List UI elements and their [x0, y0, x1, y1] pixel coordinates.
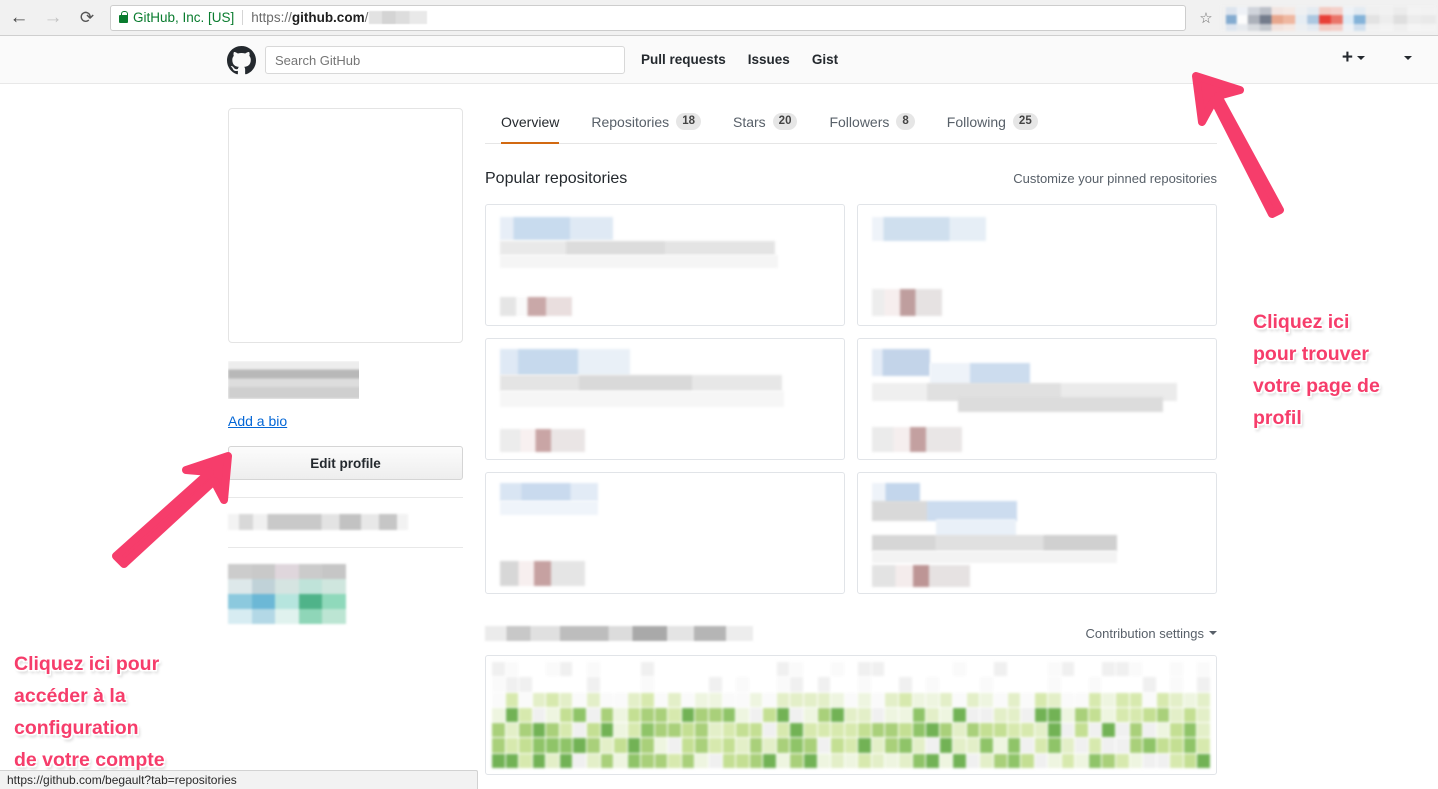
sidebar-divider-1 — [228, 497, 463, 498]
omnibox-divider — [242, 10, 244, 25]
nav-pull-requests[interactable]: Pull requests — [641, 52, 726, 67]
url-separator: / — [364, 10, 369, 25]
repo-card[interactable] — [485, 472, 845, 594]
address-bar-url: https://github.com/ — [251, 10, 428, 25]
contributions-title-redacted — [485, 625, 753, 641]
sidebar-divider-2 — [228, 547, 463, 548]
tab-repositories-count: 18 — [676, 113, 701, 130]
plus-icon: + — [1341, 47, 1353, 68]
chevron-down-icon — [1404, 56, 1412, 60]
chevron-down-icon — [1209, 631, 1217, 635]
section-title: Popular repositories — [485, 170, 628, 187]
repo-card[interactable] — [857, 204, 1217, 326]
pinned-repositories-grid — [485, 204, 1217, 594]
tab-overview[interactable]: Overview — [485, 114, 575, 144]
extension-icons-pixelated — [1220, 4, 1436, 31]
tab-followers-label: Followers — [829, 113, 890, 130]
tab-stars[interactable]: Stars 20 — [717, 113, 813, 143]
repo-card[interactable] — [485, 338, 845, 460]
tab-following[interactable]: Following 25 — [931, 113, 1054, 143]
account-menu[interactable] — [1379, 48, 1412, 68]
extension-icons-redacted[interactable] — [1220, 0, 1438, 36]
github-mark-icon[interactable] — [227, 46, 256, 80]
repo-card[interactable] — [857, 338, 1217, 460]
search-input[interactable] — [265, 46, 625, 74]
url-scheme: https:// — [251, 10, 292, 25]
header-nav: Pull requests Issues Gist — [641, 52, 838, 67]
annotation-account-settings: Cliquez ici pour accéder à la configurat… — [14, 653, 165, 771]
organizations-redacted[interactable] — [228, 564, 346, 624]
contribution-graph-cells — [492, 662, 1210, 768]
profile-name-redacted — [228, 361, 436, 399]
browser-toolbar: ← → ⟳ GitHub, Inc. [US] https://github.c… — [0, 0, 1438, 36]
profile-meta-redacted — [228, 514, 408, 530]
repo-card[interactable] — [485, 204, 845, 326]
arrow-to-edit-profile-icon — [112, 452, 232, 568]
contributions-header: Contribution settings — [485, 620, 1217, 646]
avatar — [1379, 48, 1399, 68]
star-icon[interactable]: ☆ — [1192, 9, 1220, 27]
header-right-actions: + — [1342, 48, 1412, 68]
tab-stars-label: Stars — [732, 113, 766, 130]
profile-avatar[interactable] — [228, 108, 463, 343]
arrow-to-account-menu-icon — [1192, 72, 1284, 218]
browser-window: ← → ⟳ GitHub, Inc. [US] https://github.c… — [0, 0, 1438, 789]
tab-overview-label: Overview — [501, 114, 560, 130]
address-bar[interactable]: GitHub, Inc. [US] https://github.com/ — [110, 4, 1186, 31]
reload-icon[interactable]: ⟳ — [70, 1, 104, 35]
contribution-settings-menu[interactable]: Contribution settings — [1085, 626, 1217, 641]
add-bio-link[interactable]: Add a bio — [228, 413, 463, 429]
profile-tabs: Overview Repositories 18 Stars 20 Follow… — [485, 84, 1217, 144]
status-bar-url: https://github.com/begault?tab=repositor… — [0, 770, 478, 789]
repo-card[interactable] — [857, 472, 1217, 594]
create-new-menu[interactable]: + — [1341, 47, 1365, 68]
chevron-down-icon — [1357, 56, 1365, 60]
tab-following-label: Following — [946, 113, 1006, 130]
forward-icon[interactable]: → — [36, 1, 70, 35]
nav-issues[interactable]: Issues — [748, 52, 790, 67]
contribution-settings-label: Contribution settings — [1085, 625, 1204, 641]
lock-icon — [119, 10, 128, 23]
site-identity-label: GitHub, Inc. [US] — [133, 10, 235, 25]
edit-profile-button[interactable]: Edit profile — [228, 446, 463, 480]
popular-repositories-header: Popular repositories Customize your pinn… — [485, 170, 1217, 188]
url-path-redacted — [369, 11, 428, 24]
profile-sidebar: Add a bio Edit profile — [228, 108, 463, 624]
tab-followers-count: 8 — [896, 113, 915, 130]
tab-repositories-label: Repositories — [591, 113, 670, 130]
tab-following-count: 25 — [1012, 113, 1038, 130]
tab-followers[interactable]: Followers 8 — [813, 113, 930, 143]
contribution-graph[interactable] — [485, 655, 1217, 775]
nav-gist[interactable]: Gist — [812, 52, 838, 67]
url-host: github.com — [291, 10, 365, 25]
tab-stars-count: 20 — [772, 113, 798, 130]
profile-main: Overview Repositories 18 Stars 20 Follow… — [485, 84, 1217, 775]
annotation-profile-page: Cliquez ici pour trouver votre page de p… — [1253, 311, 1380, 429]
tab-repositories[interactable]: Repositories 18 — [575, 113, 717, 143]
back-icon[interactable]: ← — [2, 1, 36, 35]
